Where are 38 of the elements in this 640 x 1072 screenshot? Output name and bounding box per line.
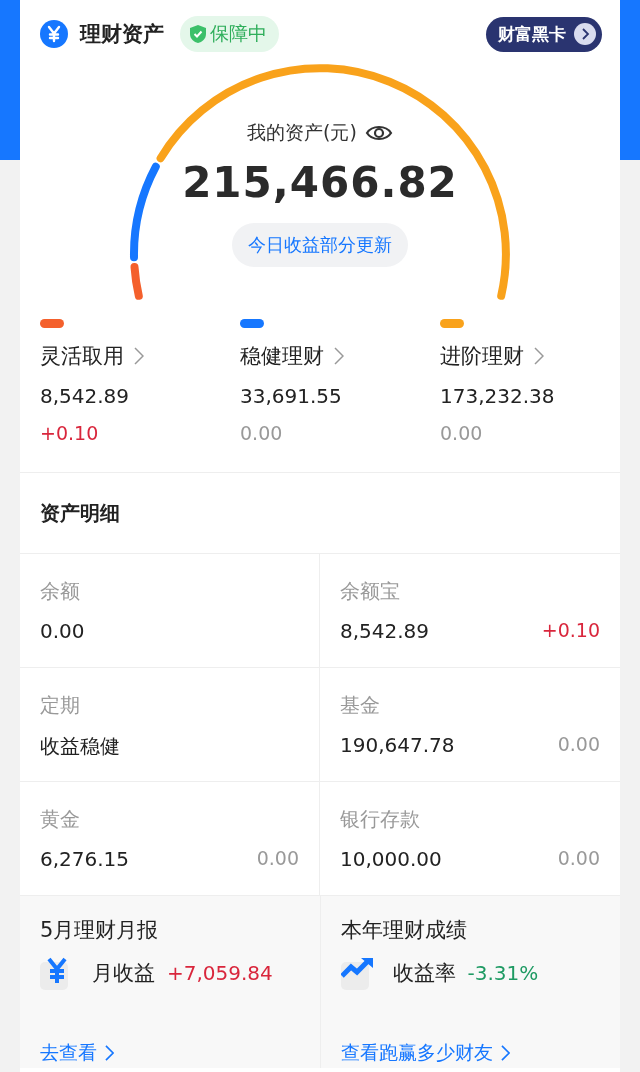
category-amount: 8,542.89	[40, 384, 130, 408]
category-amount: 173,232.38	[440, 384, 555, 408]
report-link[interactable]: 去查看	[40, 1040, 114, 1066]
wealth-card-button[interactable]: 财富黑卡	[486, 16, 602, 52]
total-assets: 215,466.82	[182, 158, 458, 207]
asset-cell[interactable]: 余额宝 8,542.89 +0.10	[320, 554, 620, 668]
section-title: 资产明细	[40, 499, 120, 527]
page-title: 理财资产	[80, 21, 164, 48]
update-note: 今日收益部分更新	[232, 223, 408, 267]
asset-cell[interactable]: 定期 收益稳健	[20, 668, 320, 782]
report-label: 月收益	[92, 960, 155, 987]
report-link[interactable]: 查看跑赢多少财友	[340, 1040, 510, 1066]
report-value: +7,059.84	[167, 961, 273, 985]
chevron-right-icon	[500, 1045, 510, 1061]
assets-label: 我的资产(元)	[247, 120, 357, 145]
asset-cell[interactable]: 基金 190,647.78 0.00	[320, 668, 620, 782]
chevron-right-icon	[334, 347, 344, 365]
category-amount: 33,691.55	[240, 384, 342, 408]
protection-badge: 保障中	[180, 16, 279, 52]
category-link[interactable]: 进阶理财	[440, 342, 544, 370]
category-link[interactable]: 稳健理财	[240, 342, 344, 370]
report-label: 收益率	[392, 960, 456, 987]
category-link[interactable]: 灵活取用	[40, 342, 144, 370]
category-change: 0.00	[240, 422, 283, 444]
chevron-right-icon	[574, 23, 596, 45]
trend-icon	[340, 956, 375, 990]
report-value: -3.31%	[467, 961, 539, 985]
yen-icon	[40, 20, 68, 48]
report-title: 本年理财成绩	[340, 917, 467, 944]
category-change: +0.10	[40, 422, 99, 444]
asset-cell[interactable]: 余额 0.00	[20, 554, 320, 668]
chevron-right-icon	[105, 1045, 114, 1061]
report-title: 5月理财月报	[40, 917, 159, 944]
eye-icon[interactable]	[364, 123, 393, 143]
chevron-right-icon	[534, 347, 544, 365]
category-change: 0.00	[440, 422, 483, 444]
shield-icon	[190, 25, 206, 43]
chevron-right-icon	[134, 347, 144, 365]
